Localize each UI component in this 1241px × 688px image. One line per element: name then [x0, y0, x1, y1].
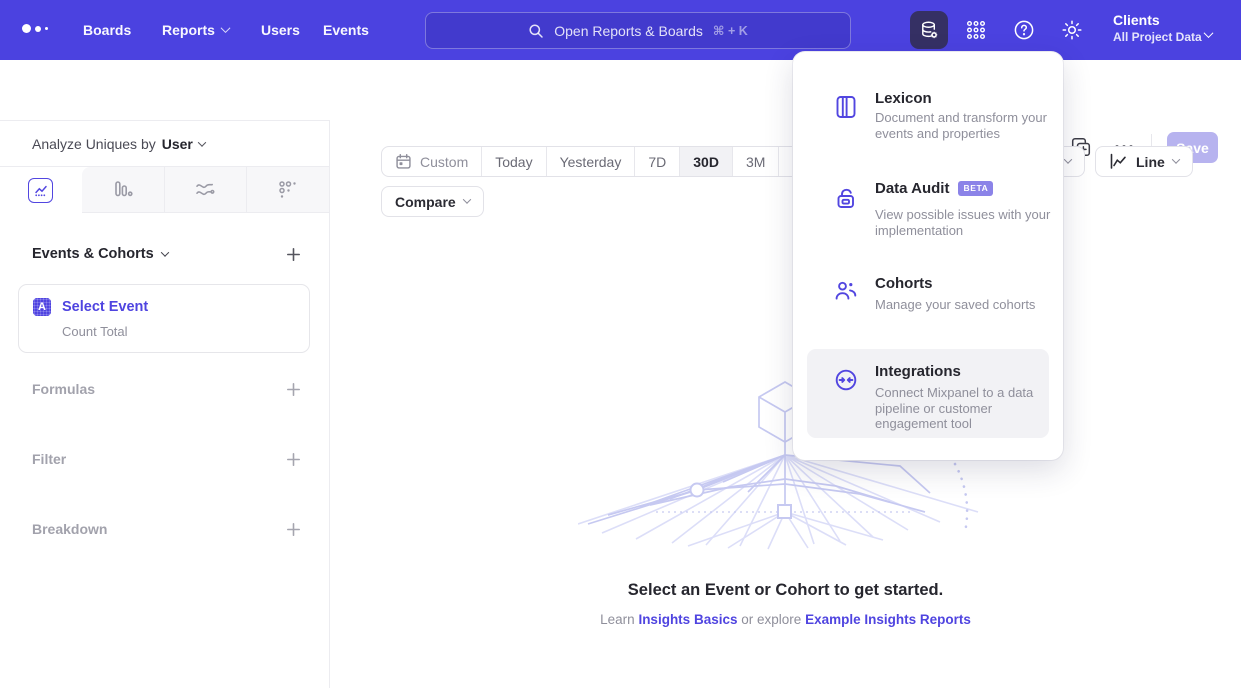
people-icon	[833, 278, 859, 304]
line-chart-icon	[28, 178, 53, 203]
audit-icon	[833, 186, 859, 212]
filter-row: Filter	[32, 451, 301, 467]
mixpanel-logo[interactable]	[22, 24, 48, 33]
search-placeholder: Open Reports & Boards	[554, 23, 703, 39]
global-search-input[interactable]: Open Reports & Boards ⌘ + K	[425, 12, 851, 49]
select-event-label[interactable]: Select Event	[62, 299, 148, 315]
apps-grid-icon[interactable]	[957, 11, 995, 49]
line-chart-icon	[1109, 153, 1128, 170]
tab-metric-grid[interactable]	[246, 167, 329, 213]
compare-button[interactable]: Compare	[381, 186, 484, 217]
add-breakdown-button[interactable]	[286, 522, 301, 537]
nav-item-reports[interactable]: Reports	[162, 0, 229, 60]
chart-type-tabs	[0, 167, 329, 213]
menu-item-data-audit[interactable]: Data AuditBETA View possible issues with…	[807, 170, 1049, 244]
events-cohorts-toggle[interactable]: Events & Cohorts	[32, 246, 168, 262]
event-letter-badge: A	[33, 298, 51, 316]
add-event-button[interactable]	[286, 247, 301, 262]
empty-state-links: Learn Insights Basics or explore Example…	[330, 612, 1241, 627]
search-icon	[528, 23, 544, 39]
data-management-menu: Lexicon Document and transform your even…	[793, 52, 1063, 460]
chevron-down-icon	[1064, 155, 1072, 163]
menu-item-integrations[interactable]: Integrations Connect Mixpanel to a data …	[807, 349, 1049, 438]
book-icon	[833, 94, 859, 120]
select-event-card[interactable]: A Select Event Count Total	[18, 284, 310, 353]
nav-item-users[interactable]: Users	[261, 0, 300, 60]
chevron-down-icon	[1204, 28, 1214, 38]
add-formula-button[interactable]	[286, 382, 301, 397]
nav-item-boards[interactable]: Boards	[83, 0, 131, 60]
analyze-value-dropdown[interactable]: User	[162, 136, 205, 152]
metric-grid-icon	[277, 179, 299, 201]
nav-item-events[interactable]: Events	[323, 0, 369, 60]
calendar-icon	[395, 153, 412, 170]
range-7d[interactable]: 7D	[634, 147, 679, 176]
menu-item-cohorts[interactable]: Cohorts Manage your saved cohorts	[807, 265, 1049, 319]
menu-item-lexicon[interactable]: Lexicon Document and transform your even…	[807, 80, 1049, 154]
formulas-row: Formulas	[32, 381, 301, 397]
project-scope: All Project Data	[1113, 29, 1202, 45]
chevron-down-icon	[220, 23, 230, 33]
range-30d[interactable]: 30D	[679, 147, 732, 176]
sync-icon	[833, 367, 859, 393]
chevron-down-icon	[1172, 155, 1180, 163]
date-range-control: Custom Today Yesterday 7D 30D 3M 6M	[381, 146, 826, 177]
top-navbar: Boards Reports Users Events Open Reports…	[0, 0, 1241, 60]
analyze-label: Analyze Uniques by	[32, 136, 156, 152]
bar-chart-icon	[111, 178, 135, 202]
query-builder-sidebar: Analyze Uniques by User	[0, 120, 330, 688]
analyze-uniques-row: Analyze Uniques by User	[0, 121, 329, 167]
example-reports-link[interactable]: Example Insights Reports	[805, 612, 971, 627]
tab-bar-chart[interactable]	[82, 167, 164, 213]
events-cohorts-header: Events & Cohorts	[32, 246, 301, 262]
event-metric[interactable]: Count Total	[62, 324, 295, 339]
breakdown-row: Breakdown	[32, 521, 301, 537]
data-management-icon[interactable]	[910, 11, 948, 49]
tab-flow-chart[interactable]	[164, 167, 247, 213]
settings-gear-icon[interactable]	[1053, 11, 1091, 49]
range-custom[interactable]: Custom	[382, 147, 481, 176]
org-name: Clients	[1113, 11, 1202, 29]
chevron-down-icon	[160, 248, 168, 256]
project-selector[interactable]: Clients All Project Data	[1113, 11, 1202, 45]
chart-style-dropdown[interactable]: Line	[1095, 146, 1193, 177]
range-today[interactable]: Today	[481, 147, 545, 176]
range-3m[interactable]: 3M	[732, 147, 778, 176]
range-yesterday[interactable]: Yesterday	[546, 147, 635, 176]
tab-line-chart[interactable]	[0, 167, 82, 213]
beta-badge: BETA	[958, 181, 993, 196]
insights-basics-link[interactable]: Insights Basics	[638, 612, 737, 627]
help-icon[interactable]	[1005, 11, 1043, 49]
flow-chart-icon	[193, 178, 217, 202]
empty-state-title: Select an Event or Cohort to get started…	[330, 581, 1241, 600]
add-filter-button[interactable]	[286, 452, 301, 467]
chevron-down-icon	[462, 195, 470, 203]
search-shortcut: ⌘ + K	[713, 23, 748, 38]
chevron-down-icon	[198, 138, 206, 146]
